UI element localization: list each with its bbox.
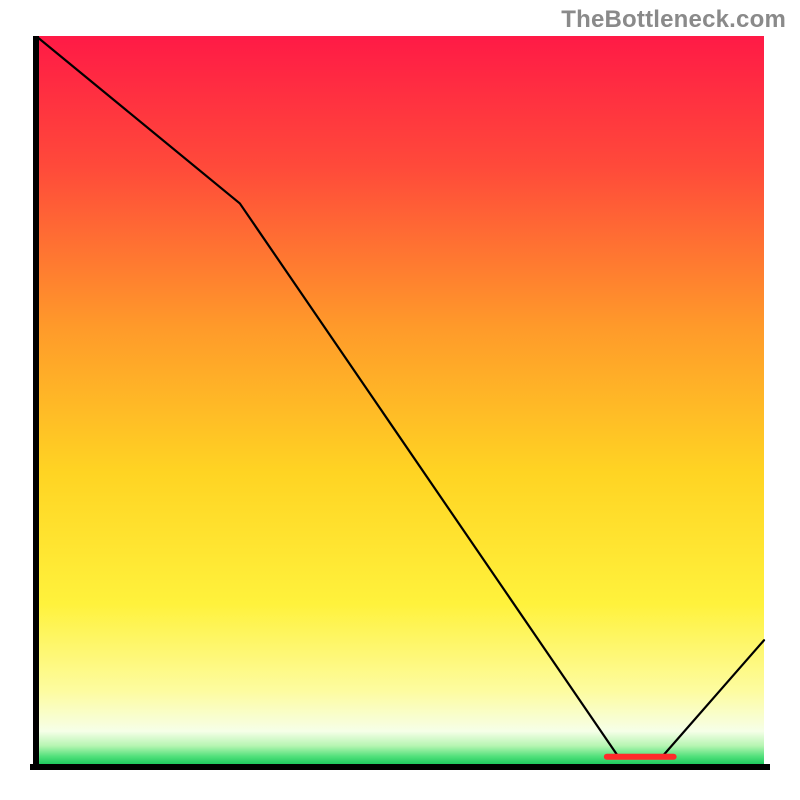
chart-svg (30, 36, 770, 776)
chart-container (30, 36, 770, 776)
plot-background (36, 36, 764, 764)
min-marker (604, 754, 677, 760)
watermark-text: TheBottleneck.com (561, 6, 786, 34)
stage: TheBottleneck.com (0, 0, 800, 800)
